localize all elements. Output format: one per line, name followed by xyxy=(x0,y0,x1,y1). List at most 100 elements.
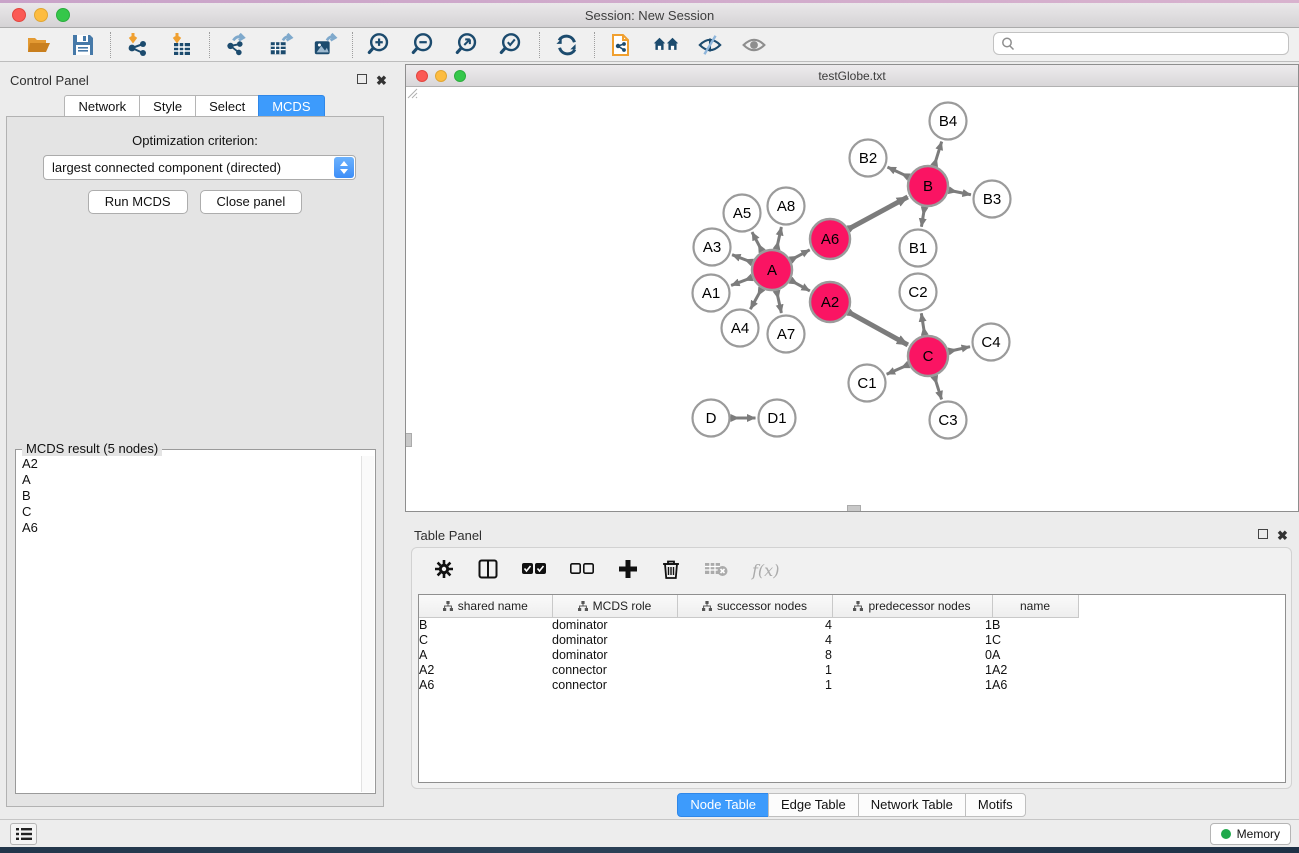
edge-C-C1[interactable] xyxy=(887,365,908,374)
table-cell[interactable]: 1 xyxy=(677,677,832,692)
table-cell[interactable]: A xyxy=(419,647,552,662)
apply-function-icon[interactable]: f(x) xyxy=(752,561,779,580)
table-cell[interactable]: connector xyxy=(552,677,677,692)
node-B[interactable]: B xyxy=(908,166,948,206)
float-panel-icon[interactable] xyxy=(355,74,368,87)
edge-A-A1[interactable] xyxy=(731,278,751,286)
edge-A-A2[interactable] xyxy=(791,281,810,291)
edge-B-B3[interactable] xyxy=(950,190,971,194)
result-item[interactable]: A2 xyxy=(22,456,361,472)
horizontal-scroll-thumb[interactable] xyxy=(847,505,861,511)
table-cell[interactable]: connector xyxy=(552,662,677,677)
network-window-titlebar[interactable]: testGlobe.txt xyxy=(406,65,1298,87)
run-mcds-button[interactable]: Run MCDS xyxy=(88,190,188,214)
search-field[interactable] xyxy=(993,32,1289,55)
column-header-predecessor-nodes[interactable]: predecessor nodes xyxy=(832,595,992,617)
tab-edge-table[interactable]: Edge Table xyxy=(768,793,859,817)
open-folder-icon[interactable] xyxy=(26,32,52,58)
refresh-layout-icon[interactable] xyxy=(554,32,580,58)
select-all-icon[interactable] xyxy=(522,562,546,579)
table-cell[interactable]: A2 xyxy=(992,662,1078,677)
table-cell[interactable]: 0 xyxy=(832,647,992,662)
column-header-name[interactable]: name xyxy=(992,595,1078,617)
edge-A-A4[interactable] xyxy=(750,289,761,309)
node-B2[interactable]: B2 xyxy=(850,140,887,177)
node-A6[interactable]: A6 xyxy=(810,219,850,259)
deselect-all-icon[interactable] xyxy=(570,562,594,579)
export-image-icon[interactable] xyxy=(312,32,338,58)
node-C1[interactable]: C1 xyxy=(849,365,886,402)
edge-A6-B[interactable] xyxy=(849,197,907,229)
tab-node-table[interactable]: Node Table xyxy=(677,793,769,817)
result-item[interactable]: C xyxy=(22,504,361,520)
edge-A-A3[interactable] xyxy=(732,255,751,262)
node-D1[interactable]: D1 xyxy=(759,400,796,437)
table-row[interactable]: Adominator80A xyxy=(419,647,1078,662)
column-header-MCDS-role[interactable]: MCDS role xyxy=(552,595,677,617)
node-C2[interactable]: C2 xyxy=(900,274,937,311)
hide-details-icon[interactable] xyxy=(697,32,723,58)
edge-A-A6[interactable] xyxy=(791,250,809,260)
edge-A-A8[interactable] xyxy=(777,227,782,249)
node-B4[interactable]: B4 xyxy=(930,103,967,140)
result-item[interactable]: A xyxy=(22,472,361,488)
edge-C-C3[interactable] xyxy=(935,377,942,399)
edge-A-A7[interactable] xyxy=(777,291,782,313)
node-A3[interactable]: A3 xyxy=(694,229,731,266)
edge-C-C2[interactable] xyxy=(921,313,924,334)
close-table-panel-icon[interactable]: ✖ xyxy=(1276,529,1289,542)
table-cell[interactable]: B xyxy=(419,617,552,632)
node-table-grid[interactable]: shared nameMCDS rolesuccessor nodesprede… xyxy=(419,595,1079,692)
table-row[interactable]: Bdominator41B xyxy=(419,617,1078,632)
node-A2[interactable]: A2 xyxy=(810,282,850,322)
table-cell[interactable]: A6 xyxy=(419,677,552,692)
table-cell[interactable]: 1 xyxy=(832,677,992,692)
delete-column-icon[interactable] xyxy=(662,559,680,582)
import-table-icon[interactable] xyxy=(169,32,195,58)
zoom-in-icon[interactable] xyxy=(367,32,393,58)
node-D[interactable]: D xyxy=(693,400,730,437)
search-input[interactable] xyxy=(1016,37,1288,51)
node-A[interactable]: A xyxy=(752,250,792,290)
delete-table-icon[interactable] xyxy=(704,561,728,580)
network-graph[interactable]: B4B2BB3A5A8A6A3B1AA1C2A2A4A7CC4C1DD1C3 xyxy=(406,87,1298,511)
save-icon[interactable] xyxy=(70,32,96,58)
zoom-out-icon[interactable] xyxy=(411,32,437,58)
edge-B-B4[interactable] xyxy=(934,142,941,165)
close-panel-button[interactable]: Close panel xyxy=(200,190,303,214)
node-A7[interactable]: A7 xyxy=(768,316,805,353)
node-A8[interactable]: A8 xyxy=(768,188,805,225)
task-history-button[interactable] xyxy=(10,823,37,845)
table-cell[interactable]: dominator xyxy=(552,617,677,632)
edge-B-B2[interactable] xyxy=(887,167,908,177)
table-cell[interactable]: B xyxy=(992,617,1078,632)
criterion-select[interactable]: largest connected component (directed) xyxy=(43,155,356,180)
table-cell[interactable]: 1 xyxy=(832,632,992,647)
new-session-from-network-icon[interactable] xyxy=(609,32,635,58)
table-cell[interactable]: C xyxy=(419,632,552,647)
float-table-panel-icon[interactable] xyxy=(1256,529,1269,542)
close-panel-icon[interactable]: ✖ xyxy=(375,74,388,87)
mcds-result-list[interactable]: A2ABCA6 xyxy=(17,456,361,792)
zoom-fit-icon[interactable] xyxy=(455,32,481,58)
edge-A2-C[interactable] xyxy=(849,313,908,345)
tab-motifs[interactable]: Motifs xyxy=(965,793,1026,817)
show-details-icon[interactable] xyxy=(741,32,767,58)
export-network-icon[interactable] xyxy=(224,32,250,58)
table-row[interactable]: A6connector11A6 xyxy=(419,677,1078,692)
node-A1[interactable]: A1 xyxy=(693,275,730,312)
node-C4[interactable]: C4 xyxy=(973,324,1010,361)
import-network-icon[interactable] xyxy=(125,32,151,58)
settings-icon[interactable] xyxy=(434,559,454,582)
result-item[interactable]: A6 xyxy=(22,520,361,536)
node-C3[interactable]: C3 xyxy=(930,402,967,439)
column-header-shared-name[interactable]: shared name xyxy=(419,595,552,617)
table-cell[interactable]: 1 xyxy=(832,617,992,632)
node-B3[interactable]: B3 xyxy=(974,181,1011,218)
table-row[interactable]: Cdominator41C xyxy=(419,632,1078,647)
node-B1[interactable]: B1 xyxy=(900,230,937,267)
table-row[interactable]: A2connector11A2 xyxy=(419,662,1078,677)
export-table-icon[interactable] xyxy=(268,32,294,58)
memory-button[interactable]: Memory xyxy=(1210,823,1291,845)
node-table[interactable]: shared nameMCDS rolesuccessor nodesprede… xyxy=(418,594,1286,783)
